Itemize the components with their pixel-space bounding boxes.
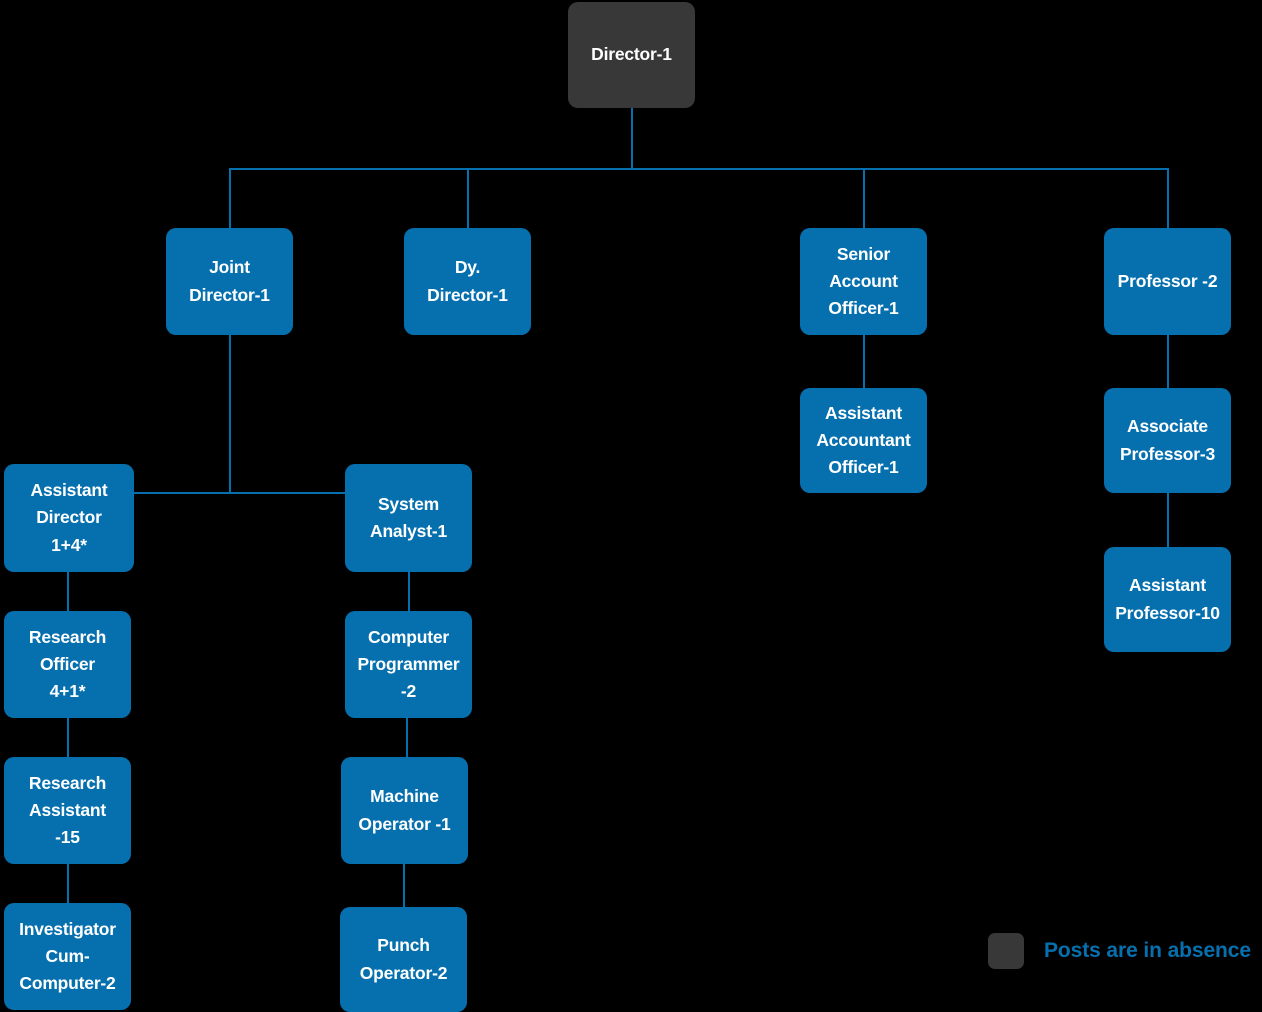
connector-research-assistant-to-investigator: [67, 864, 69, 904]
node-investigator-cum-computer[interactable]: Investigator Cum- Computer-2: [4, 903, 131, 1010]
node-system-analyst-label: System Analyst-1: [370, 493, 447, 541]
connector-assistant-director-to-research-officer: [67, 572, 69, 612]
node-assistant-accountant-officer-label: Assistant Accountant Officer-1: [816, 402, 911, 478]
connector-bus-to-senior-account-officer: [863, 168, 865, 228]
node-machine-operator[interactable]: Machine Operator -1: [341, 757, 468, 864]
connector-level2-bus-left: [134, 492, 346, 494]
connector-machine-operator-to-punch-operator: [403, 864, 405, 908]
node-professor-label: Professor -2: [1117, 270, 1218, 291]
legend: Posts are in absence: [988, 933, 1251, 969]
legend-label: Posts are in absence: [1044, 939, 1251, 962]
node-assistant-professor-label: Assistant Professor-10: [1115, 575, 1220, 623]
node-joint-director[interactable]: Joint Director-1: [166, 228, 293, 335]
node-professor[interactable]: Professor -2: [1104, 228, 1231, 335]
connector-level1-bus: [229, 168, 1169, 170]
node-research-assistant[interactable]: Research Assistant -15: [4, 757, 131, 864]
connector-associate-professor-to-assistant-professor: [1167, 493, 1169, 549]
node-investigator-cum-computer-label: Investigator Cum- Computer-2: [19, 918, 116, 994]
node-senior-account-officer[interactable]: Senior Account Officer-1: [800, 228, 927, 335]
node-director[interactable]: Director-1: [568, 2, 695, 108]
node-computer-programmer-label: Computer Programmer -2: [357, 626, 460, 702]
node-assistant-accountant-officer[interactable]: Assistant Accountant Officer-1: [800, 388, 927, 493]
legend-swatch-absent: [988, 933, 1024, 969]
node-system-analyst[interactable]: System Analyst-1: [345, 464, 472, 572]
node-associate-professor-label: Associate Professor-3: [1119, 416, 1216, 464]
node-dy-director[interactable]: Dy. Director-1: [404, 228, 531, 335]
connector-bus-to-joint-director: [229, 168, 231, 228]
connector-computer-programmer-to-machine-operator: [406, 718, 408, 758]
node-assistant-director[interactable]: Assistant Director 1+4*: [4, 464, 134, 572]
node-research-officer[interactable]: Research Officer 4+1*: [4, 611, 131, 718]
connector-bus-to-professor: [1167, 168, 1169, 228]
node-machine-operator-label: Machine Operator -1: [358, 786, 451, 834]
connector-research-officer-to-research-assistant: [67, 718, 69, 758]
node-research-assistant-label: Research Assistant -15: [28, 772, 107, 848]
node-director-label: Director-1: [591, 44, 672, 65]
node-punch-operator[interactable]: Punch Operator-2: [340, 907, 467, 1012]
connector-senior-account-officer-to-assistant-accountant-officer: [863, 334, 865, 390]
node-punch-operator-label: Punch Operator-2: [359, 935, 448, 983]
node-senior-account-officer-label: Senior Account Officer-1: [828, 243, 899, 319]
connector-professor-to-associate-professor: [1167, 334, 1169, 390]
org-chart: Director-1 Joint Director-1 Dy. Director…: [0, 0, 1262, 1012]
connector-bus-to-dy-director: [467, 168, 469, 228]
connector-director-down: [631, 108, 633, 170]
node-assistant-director-label: Assistant Director 1+4*: [30, 480, 108, 555]
node-assistant-professor[interactable]: Assistant Professor-10: [1104, 547, 1231, 652]
connector-joint-director-down: [229, 335, 231, 494]
node-associate-professor[interactable]: Associate Professor-3: [1104, 388, 1231, 493]
node-research-officer-label: Research Officer 4+1*: [28, 626, 107, 702]
node-joint-director-label: Joint Director-1: [189, 257, 270, 305]
node-computer-programmer[interactable]: Computer Programmer -2: [345, 611, 472, 718]
connector-system-analyst-to-computer-programmer: [408, 572, 410, 612]
node-dy-director-label: Dy. Director-1: [427, 257, 508, 305]
